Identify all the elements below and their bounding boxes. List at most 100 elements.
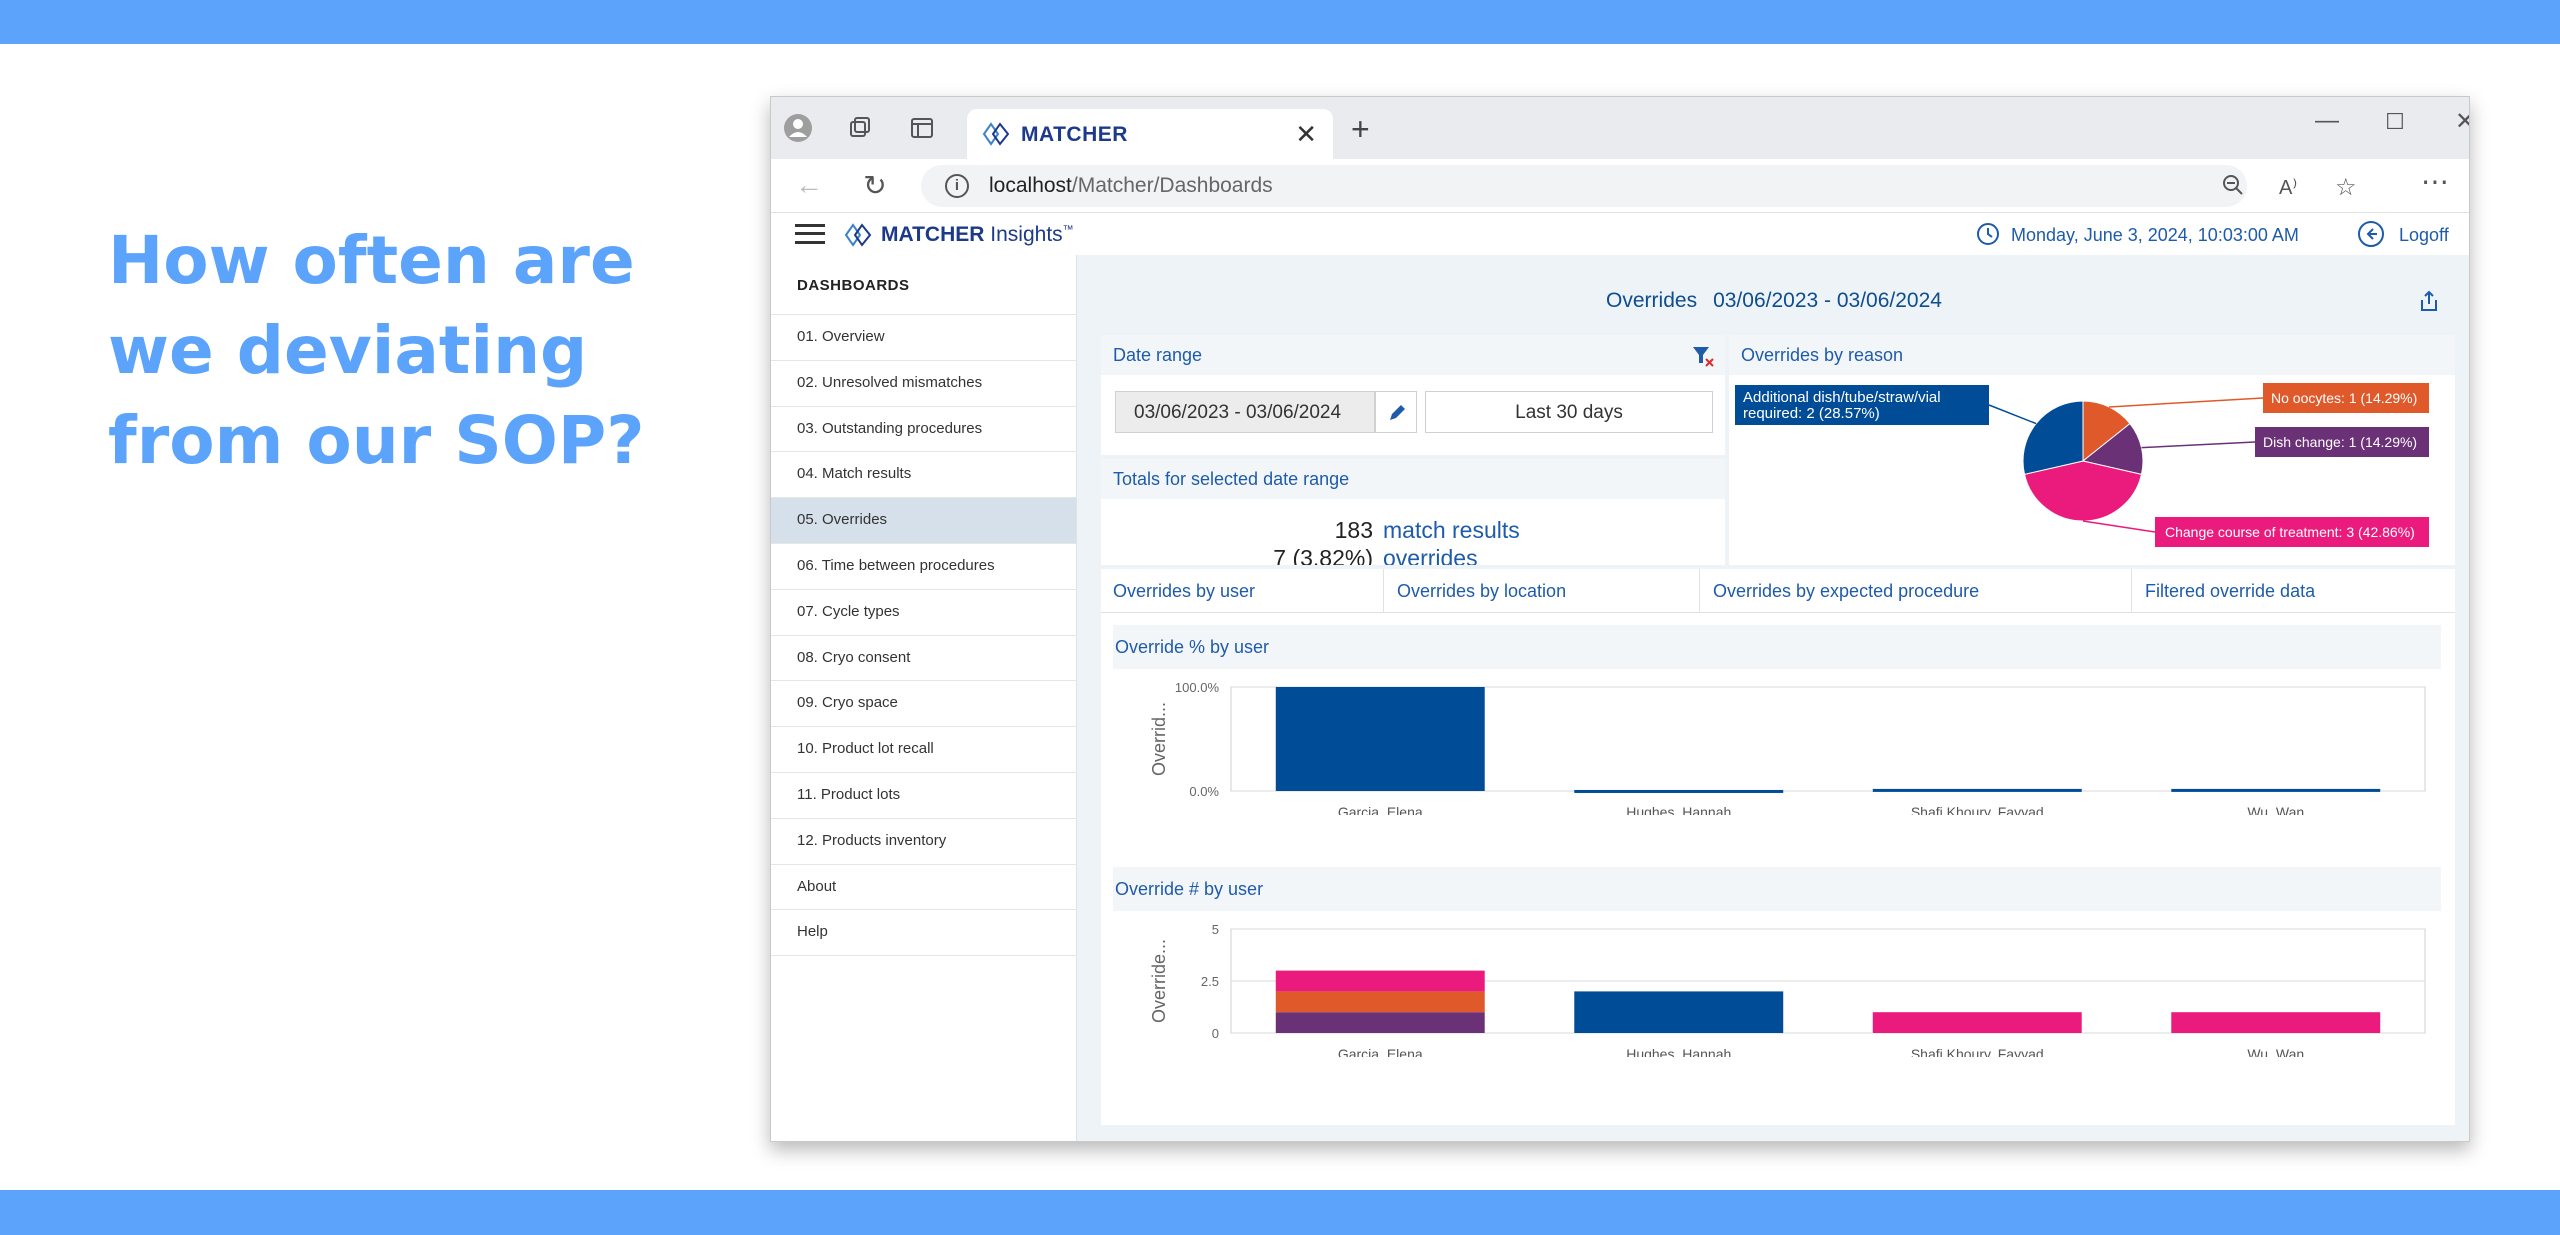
match-count: 183 [1334, 517, 1373, 543]
close-window-icon[interactable]: ✕ [2445, 107, 2469, 136]
app-header: MATCHER Insights™ Monday, June 3, 2024, … [771, 213, 2469, 255]
bar-segment[interactable] [2171, 1012, 2381, 1033]
bar[interactable] [1574, 789, 1784, 793]
bottom-band [0, 1190, 2560, 1235]
url-text: localhost/Matcher/Dashboards [989, 174, 1273, 198]
minimize-icon[interactable]: — [2307, 107, 2347, 135]
sidebar-item[interactable]: 06. Time between procedures [771, 544, 1076, 590]
pie-label: Change course of treatment: 3 (42.86%) [2165, 524, 2415, 540]
overrides-tab[interactable]: Filtered override data [2145, 581, 2315, 602]
browser-window: MATCHER ✕ + — ☐ ✕ ← ↻ i localhost/Matche… [770, 96, 2470, 1142]
y-tick-label: 2.5 [1201, 974, 1219, 989]
overrides-tab[interactable]: Overrides by expected procedure [1713, 581, 1979, 602]
sidebar-item[interactable]: 09. Cryo space [771, 681, 1076, 728]
logoff-icon[interactable] [2357, 220, 2385, 248]
pie-slice[interactable] [2022, 400, 2084, 475]
page-title-text: Overrides [1606, 289, 1698, 312]
collections-icon[interactable] [845, 113, 875, 143]
matcher-logo-icon [982, 122, 1010, 146]
sidebar-item[interactable]: 07. Cycle types [771, 590, 1076, 636]
match-label: match results [1383, 517, 1520, 543]
zoom-out-icon[interactable] [2221, 173, 2245, 197]
sidebar-item[interactable]: 08. Cryo consent [771, 636, 1076, 682]
sidebar-item[interactable]: 12. Products inventory [771, 819, 1076, 865]
close-tab-icon[interactable]: ✕ [1295, 119, 1317, 150]
override-pct-heading: Override % by user [1113, 625, 2441, 669]
sidebar-icon[interactable] [907, 113, 937, 143]
override-count: 7 (3.82%) [1273, 545, 1373, 565]
url-path: /Matcher/Dashboards [1071, 174, 1273, 197]
sidebar-item[interactable]: 02. Unresolved mismatches [771, 361, 1076, 407]
sidebar-item[interactable]: Help [771, 910, 1076, 957]
sidebar-item[interactable]: 04. Match results [771, 452, 1076, 499]
bar-segment[interactable] [1574, 991, 1784, 1033]
brand-logo-icon [844, 223, 872, 247]
url-host: localhost [989, 174, 1072, 197]
menu-icon[interactable] [795, 224, 825, 244]
edit-date-button[interactable] [1375, 391, 1417, 433]
sidebar-item[interactable]: 10. Product lot recall [771, 727, 1076, 773]
tab-bar: MATCHER ✕ + — ☐ ✕ [771, 97, 2469, 159]
clear-filter-icon[interactable] [1691, 345, 1715, 367]
y-tick-label: 0.0% [1189, 784, 1219, 799]
page-title-range: 03/06/2023 - 03/06/2024 [1713, 289, 1942, 312]
read-aloud-icon[interactable]: A⁾ [2279, 175, 2297, 200]
favorite-icon[interactable]: ☆ [2335, 173, 2357, 202]
date-range-heading: Date range [1101, 335, 1725, 375]
overrides-tab[interactable]: Overrides by location [1397, 581, 1566, 602]
sidebar-title: DASHBOARDS [771, 255, 1076, 315]
bar-segment[interactable] [1275, 970, 1485, 992]
pencil-icon [1390, 405, 1405, 420]
back-icon[interactable]: ← [791, 169, 827, 201]
bar-segment[interactable] [1275, 991, 1485, 1013]
sidebar-item[interactable]: About [771, 865, 1076, 911]
date-range-card: Date range 03/06/2023 - 03/06/2024 Last … [1101, 335, 1725, 455]
overrides-tab[interactable]: Overrides by user [1113, 581, 1255, 602]
x-tick-label: Garcia, Elena [1338, 1046, 1423, 1057]
period-preset-button[interactable]: Last 30 days [1425, 391, 1713, 433]
sidebar-item[interactable]: 11. Product lots [771, 773, 1076, 819]
bar[interactable] [1275, 687, 1485, 791]
tab-separator [1699, 569, 1700, 613]
brand-bold: MATCHER [881, 223, 985, 246]
sidebar-item[interactable]: 05. Overrides [771, 498, 1076, 544]
dashboards-sidebar: DASHBOARDS 01. Overview 02. Unresolved mi… [771, 255, 1077, 1141]
top-band [0, 0, 2560, 44]
pie-leader-line [1988, 404, 2037, 425]
new-tab-icon[interactable]: + [1351, 111, 1370, 148]
maximize-icon[interactable]: ☐ [2375, 109, 2415, 135]
profile-icon[interactable] [783, 113, 813, 143]
bar-segment[interactable] [1872, 1012, 2082, 1033]
sidebar-item[interactable]: 03. Outstanding procedures [771, 407, 1076, 453]
current-datetime: Monday, June 3, 2024, 10:03:00 AM [2011, 225, 2299, 245]
address-bar: ← ↻ i localhost/Matcher/Dashboards A⁾ ☆ … [771, 159, 2469, 213]
bar[interactable] [2171, 788, 2381, 792]
refresh-icon[interactable]: ↻ [857, 169, 893, 202]
url-field[interactable]: i localhost/Matcher/Dashboards A⁾ ☆ [921, 165, 2357, 207]
export-icon[interactable] [2417, 289, 2441, 313]
more-icon[interactable]: ⋯ [2417, 165, 2453, 198]
x-tick-label: Hughes, Hannah [1626, 1046, 1731, 1057]
bar-segment[interactable] [1275, 1012, 1485, 1033]
main-content: Overrides 03/06/2023 - 03/06/2024 Date ra… [1077, 255, 2469, 1141]
date-range-input[interactable]: 03/06/2023 - 03/06/2024 [1115, 391, 1375, 433]
x-tick-label: Wu, Wan [2247, 804, 2304, 815]
override-num-heading: Override # by user [1113, 867, 2441, 911]
pie-label: Dish change: 1 (14.29%) [2263, 434, 2417, 450]
x-tick-label: Garcia, Elena [1338, 804, 1423, 815]
slide-headline: How often are we deviating from our SOP? [108, 222, 645, 479]
tab-matcher[interactable]: MATCHER ✕ [967, 109, 1333, 159]
info-icon[interactable]: i [945, 174, 969, 198]
x-tick-label: Hughes, Hannah [1626, 804, 1731, 815]
pie-label: No oocytes: 1 (14.29%) [2271, 390, 2417, 406]
tabs-row: Overrides by user Overrides by location Ov… [1101, 569, 2455, 613]
totals-heading: Totals for selected date range [1101, 459, 1725, 499]
reason-heading: Overrides by reason [1729, 335, 2455, 375]
logoff-link[interactable]: Logoff [2399, 225, 2449, 246]
override-pct-chart: 0.0% 100.0% Overrid... Garcia, Elena Hughes,… [1149, 680, 2426, 815]
overrides-tabs-card: Overrides by user Overrides by location Ov… [1101, 569, 2455, 1125]
totals-card: Totals for selected date range 183 match… [1101, 459, 1725, 565]
bar[interactable] [1872, 788, 2082, 792]
sidebar-item[interactable]: 01. Overview [771, 315, 1076, 361]
y-axis-label: Override... [1149, 939, 1169, 1023]
